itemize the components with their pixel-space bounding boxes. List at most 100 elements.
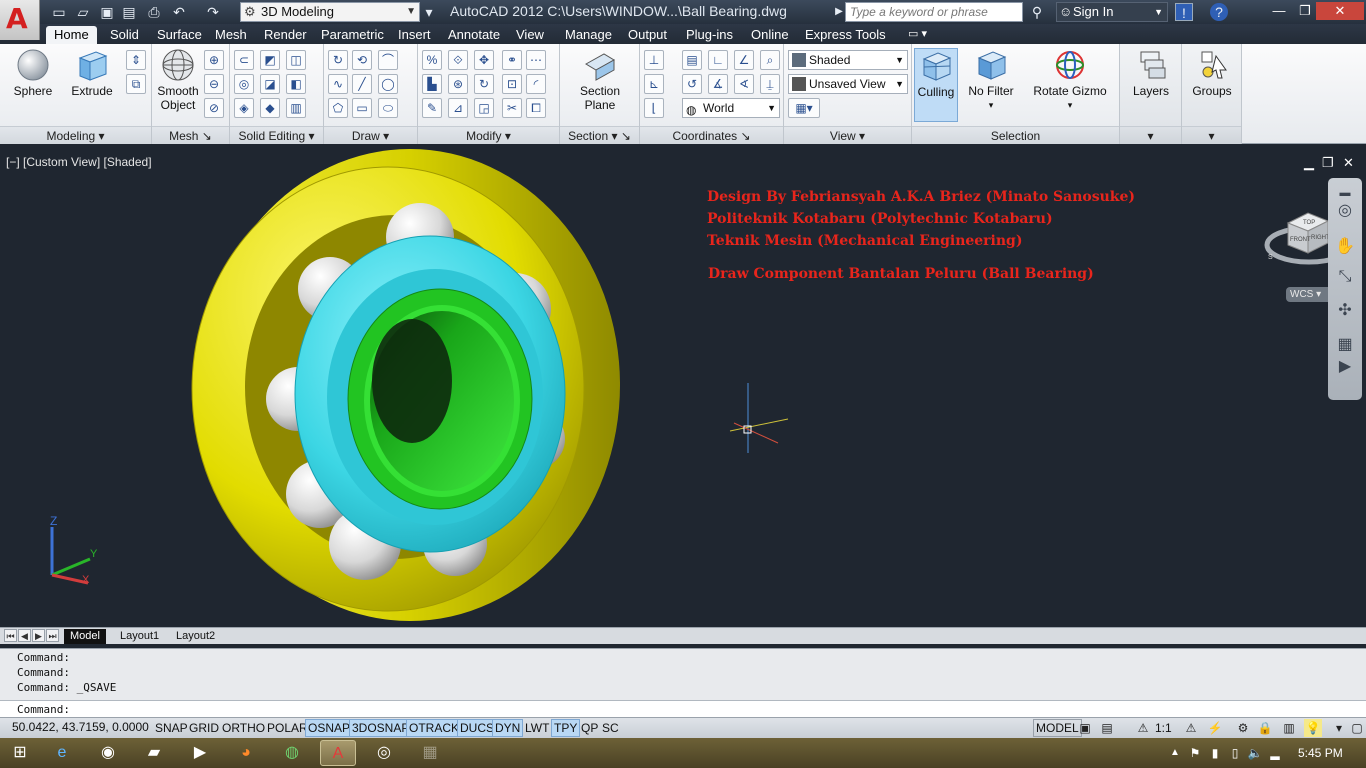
layers-button[interactable]: Layers (1124, 48, 1178, 98)
spline-icon[interactable]: ∿ (328, 74, 348, 94)
battery-icon[interactable]: ▯ (1226, 740, 1244, 766)
undo-icon[interactable]: ↶ (170, 3, 188, 21)
workspace-dropdown[interactable]: ⚙ 3D Modeling ▼ (240, 2, 420, 22)
visual-style-dropdown[interactable]: Shaded ▼ (788, 50, 908, 70)
annotation-visibility-icon[interactable]: ⚠ (1182, 719, 1200, 737)
first-layout-arrow[interactable]: ⏮ (4, 629, 17, 642)
wcs-menu[interactable]: WCS ▾ (1286, 287, 1332, 302)
polyline-icon[interactable]: ↻ (328, 50, 348, 70)
tab-insert[interactable]: Insert (390, 26, 439, 44)
model-space-button[interactable]: MODEL (1033, 719, 1082, 737)
rotate-gizmo-button[interactable]: Rotate Gizmo ▾ (1032, 48, 1108, 112)
tab-model[interactable]: Model (64, 629, 106, 644)
workspace-switch-icon[interactable]: ⚙ (1234, 719, 1252, 737)
status-menu-icon[interactable]: ▾ (1330, 719, 1348, 737)
quick-view-layouts-icon[interactable]: ▣ (1076, 719, 1094, 737)
coordinate-readout[interactable]: 50.0422, 43.7159, 0.0000 (12, 720, 149, 734)
toggle-ortho[interactable]: ORTHO (219, 719, 268, 737)
panel-title-solid-editing[interactable]: Solid Editing ▾ (230, 126, 323, 144)
smooth-less-icon[interactable]: ⊖ (204, 74, 224, 94)
isolate-objects-icon[interactable]: 💡 (1304, 719, 1322, 737)
ball-bearing-model[interactable] (180, 149, 640, 627)
viewport-restore-button[interactable]: ❐ (1322, 155, 1334, 171)
showmotion-play-icon[interactable]: ▶ (1333, 356, 1357, 378)
viewport-controls-label[interactable]: [−] [Custom View] [Shaded] (6, 155, 152, 169)
toggle-sc[interactable]: SC (599, 719, 622, 737)
subtract-icon[interactable]: ◎ (234, 74, 254, 94)
save-as-icon[interactable]: ▤ (120, 3, 138, 21)
firefox-icon[interactable]: ◕ (228, 740, 264, 766)
windows-start-icon[interactable]: ⊞ (2, 740, 38, 766)
steering-wheel-icon[interactable]: ◎ (1333, 200, 1357, 222)
application-menu-button[interactable]: A (0, 0, 40, 40)
tab-output[interactable]: Output (620, 26, 675, 44)
app-taskbar-icon[interactable]: ◎ (366, 740, 402, 766)
toggle-snap[interactable]: SNAP (152, 719, 191, 737)
prev-layout-arrow[interactable]: ◀ (18, 629, 31, 642)
toggle-ducs[interactable]: DUCS (457, 719, 498, 737)
ucs-origin-icon[interactable]: ∟ (708, 50, 728, 70)
clean-screen-icon[interactable]: ▢ (1348, 719, 1366, 737)
panel-title-selection[interactable]: Selection (912, 126, 1119, 144)
intersect-icon[interactable]: ◈ (234, 98, 254, 118)
3d-move-icon[interactable]: ✥ (474, 50, 494, 70)
maximize-button[interactable]: ❐ (1292, 2, 1318, 20)
viewport-minimize-button[interactable]: ▁ (1304, 155, 1314, 171)
3d-array-icon[interactable]: ⋯ (526, 50, 546, 70)
ucs-z-icon[interactable]: ∢ (734, 74, 754, 94)
panel-title-draw[interactable]: Draw ▾ (324, 126, 417, 144)
lock-icon[interactable]: 🔒 (1256, 719, 1274, 737)
3d-align-icon[interactable]: ▙ (422, 74, 442, 94)
tab-mesh[interactable]: Mesh (207, 26, 255, 44)
circle-icon[interactable]: ◯ (378, 74, 398, 94)
ucs-dropdown[interactable]: ◍ World ▼ (682, 98, 780, 118)
customize-toolbar-icon[interactable]: ▾ (420, 3, 438, 21)
copy-icon[interactable]: ⧠ (526, 98, 546, 118)
annotation-scale-value[interactable]: 1:1 (1152, 719, 1175, 737)
ucs-world-icon[interactable]: ⊾ (644, 74, 664, 94)
offset-icon[interactable]: ⊡ (502, 74, 522, 94)
autocad-taskbar-icon[interactable]: A (320, 740, 356, 766)
union-icon[interactable]: ⊂ (234, 50, 254, 70)
thicken-icon[interactable]: ◆ (260, 98, 280, 118)
smooth-object-button[interactable]: Smooth Object (154, 48, 202, 112)
toggle-tpy[interactable]: TPY (551, 719, 581, 737)
media-player-icon[interactable]: ▶ (182, 740, 218, 766)
ucs-icon-props-icon[interactable]: ⌊ (644, 98, 664, 118)
quick-view-drawings-icon[interactable]: ▤ (1098, 719, 1116, 737)
file-explorer-icon[interactable]: ▰ (136, 740, 172, 766)
panel-title-coordinates[interactable]: Coordinates ↘ (640, 126, 783, 144)
rotate-icon[interactable]: ↻ (474, 74, 494, 94)
close-button[interactable]: ✕ (1316, 2, 1364, 20)
arc-icon[interactable]: ⌒ (378, 50, 398, 70)
erase-icon[interactable]: ✎ (422, 98, 442, 118)
orbit-icon[interactable]: ✣ (1333, 300, 1357, 322)
toggle-qp[interactable]: QP (578, 719, 601, 737)
panel-title-section[interactable]: Section ▾ ↘ (560, 126, 639, 144)
pan-hand-icon[interactable]: ✋ (1333, 236, 1357, 258)
extrude-button[interactable]: Extrude (66, 48, 118, 98)
ucs-view-icon[interactable]: ⌕ (760, 50, 780, 70)
search-input[interactable]: Type a keyword or phrase (845, 2, 1023, 22)
exchange-icon[interactable]: ! (1175, 3, 1193, 21)
extract-edges-icon[interactable]: ◫ (286, 50, 306, 70)
annotation-scale-icon[interactable]: ⚠ (1134, 719, 1152, 737)
stretch-icon[interactable]: ◲ (474, 98, 494, 118)
smooth-more-icon[interactable]: ⊕ (204, 50, 224, 70)
3d-polyline-icon[interactable]: ⟲ (352, 50, 372, 70)
ucs-named-icon[interactable]: ▤ (682, 50, 702, 70)
tray-expand-icon[interactable]: ▲ (1166, 740, 1184, 766)
sphere-button[interactable]: Sphere (8, 48, 58, 98)
ucs-icon[interactable]: ⊥ (644, 50, 664, 70)
ellipse-icon[interactable]: ⬭ (378, 98, 398, 118)
ucs-face-icon[interactable]: ⍊ (760, 74, 780, 94)
panel-title-view[interactable]: View ▾ (784, 126, 911, 144)
no-filter-button[interactable]: No Filter ▾ (964, 48, 1018, 112)
culling-button[interactable]: Culling (914, 48, 958, 122)
panel-title-modify[interactable]: Modify ▾ (418, 126, 559, 144)
ucs-x-icon[interactable]: ∡ (708, 74, 728, 94)
refine-mesh-icon[interactable]: ⊘ (204, 98, 224, 118)
viewport-close-button[interactable]: ✕ (1343, 155, 1354, 171)
presspull-icon[interactable]: ⇕ (126, 50, 146, 70)
signal-icon[interactable]: ▂ (1266, 740, 1284, 766)
